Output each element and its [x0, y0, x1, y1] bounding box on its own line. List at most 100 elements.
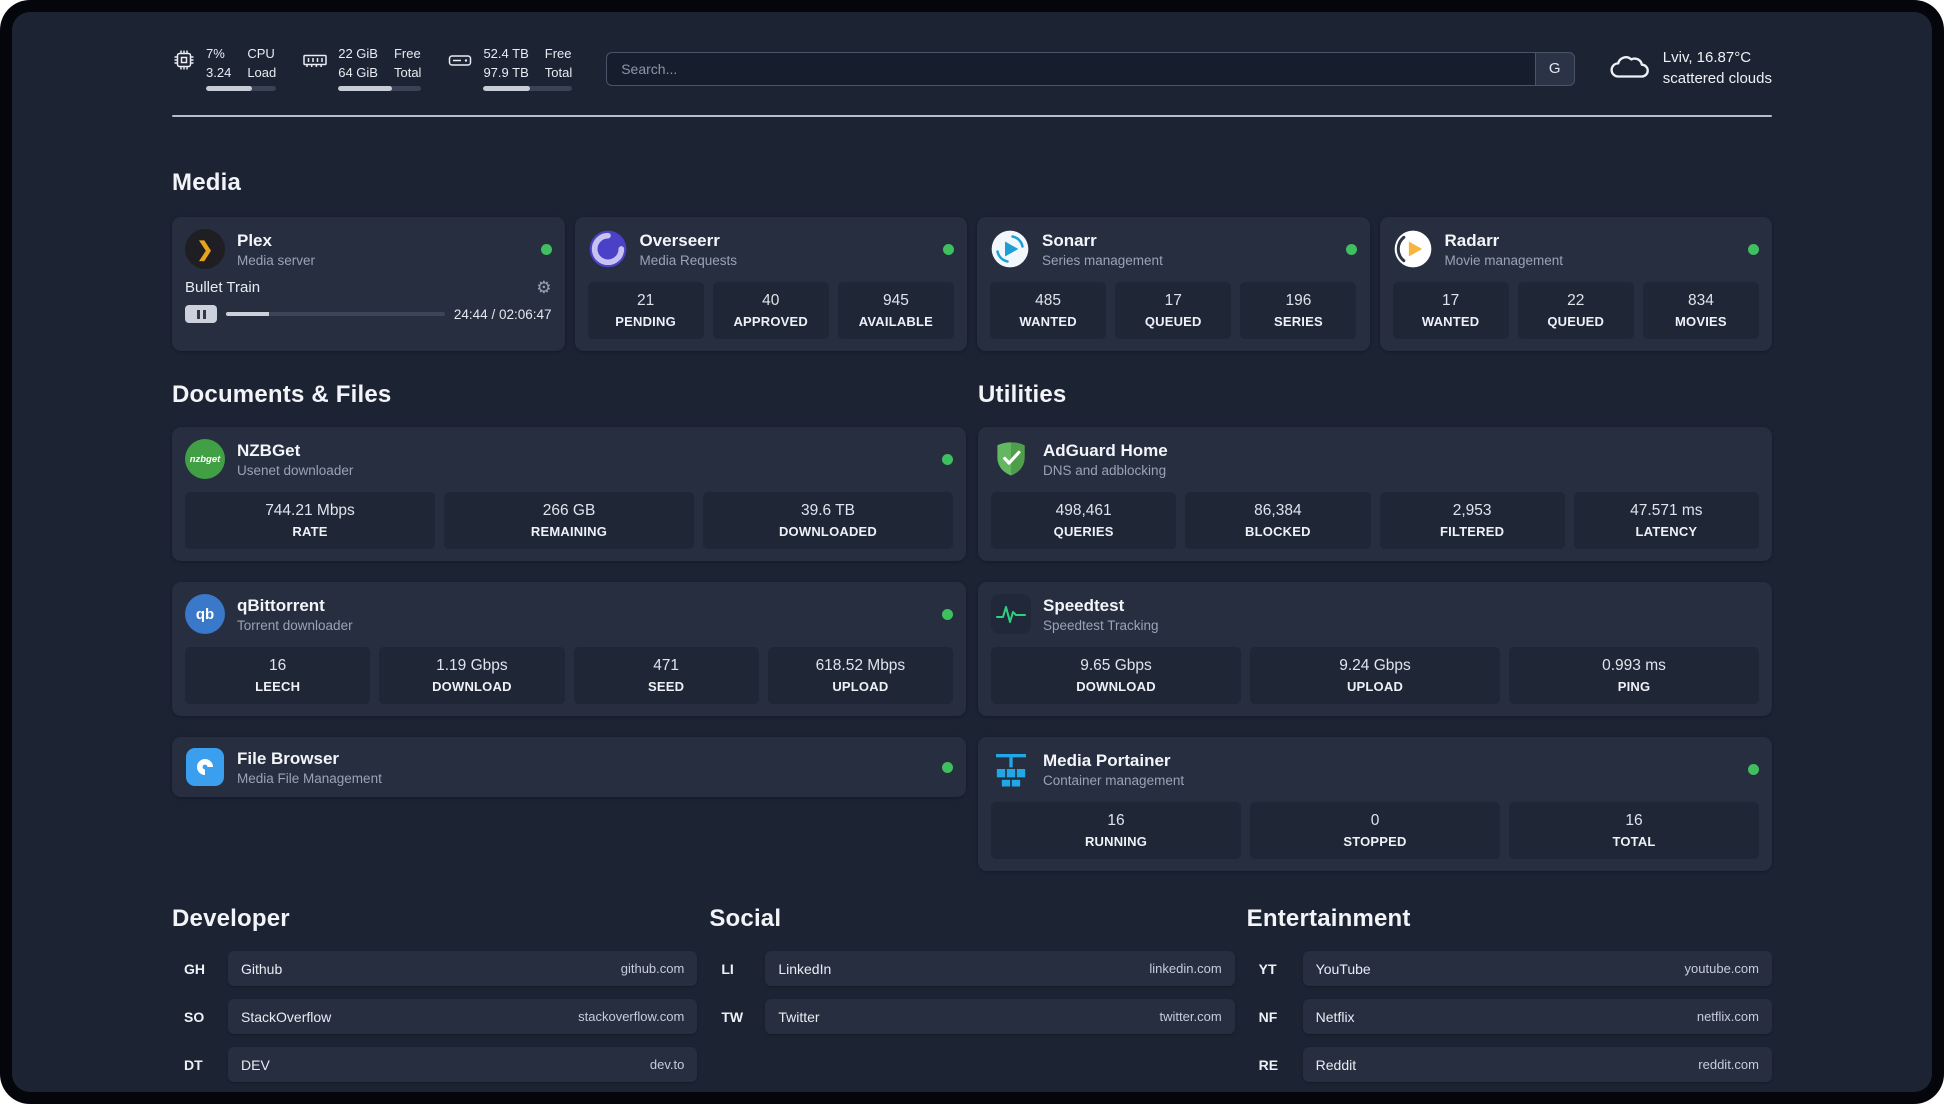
link-domain: youtube.com — [1684, 961, 1759, 977]
section-title-documents: Documents & Files — [172, 381, 392, 409]
netflix-link[interactable]: Netflix netflix.com — [1302, 999, 1772, 1035]
stat-value: 17 — [1441, 292, 1460, 310]
search-engine-button[interactable]: G — [1534, 51, 1575, 86]
dev-link[interactable]: DEV dev.to — [228, 1047, 698, 1083]
stat-tile: 40 APPROVED — [712, 282, 829, 340]
github-icon: GH — [184, 960, 205, 977]
playback-time: 24:44 / 02:06:47 — [453, 306, 552, 322]
qbittorrent-card[interactable]: qb qBittorrent Torrent downloader 16 LEEC… — [172, 582, 966, 717]
overseerr-card[interactable]: Overseerr Media Requests 21 PENDING 40 APP… — [574, 217, 967, 352]
github-link[interactable]: Github github.com — [228, 951, 698, 987]
now-playing-title: Bullet Train — [185, 279, 261, 297]
speedtest-card[interactable]: Speedtest Speedtest Tracking 9.65 Gbps DO… — [978, 582, 1772, 717]
stat-label: RATE — [292, 524, 328, 540]
stat-value: 9.24 Gbps — [1339, 657, 1411, 675]
app-title: Plex — [237, 230, 272, 250]
stat-tile: 266 GB REMAINING — [444, 492, 694, 550]
nzbget-card[interactable]: nzbget NZBGet Usenet downloader 744.21 M… — [172, 427, 966, 562]
section-title-entertainment: Entertainment — [1246, 905, 1411, 933]
stat-value: 485 — [1035, 292, 1062, 310]
search-input[interactable] — [606, 51, 1535, 86]
link-domain: stackoverflow.com — [578, 1009, 685, 1025]
app-subtitle: Media File Management — [237, 770, 382, 786]
app-title: qBittorrent — [237, 595, 325, 615]
filebrowser-card[interactable]: File Browser Media File Management — [172, 737, 966, 798]
memory-progress-bar — [338, 86, 422, 92]
reddit-icon: RE — [1258, 1056, 1279, 1073]
disk-widget: 52.4 TB 97.9 TB Free Total — [447, 46, 573, 92]
memory-widget: 22 GiB 64 GiB Free Total — [302, 46, 422, 92]
stat-value: 0.993 ms — [1602, 657, 1666, 675]
radarr-icon — [1393, 229, 1433, 269]
youtube-link[interactable]: YouTube youtube.com — [1302, 951, 1772, 987]
gear-icon[interactable]: ⚙ — [536, 279, 551, 296]
cpu-load-label: Load — [247, 64, 277, 80]
stat-value: 86,384 — [1254, 502, 1302, 520]
stat-value: 618.52 Mbps — [815, 657, 906, 675]
pause-button[interactable] — [185, 305, 217, 324]
memory-total-label: Total — [393, 64, 422, 80]
sonarr-card[interactable]: Sonarr Series management 485 WANTED 17 QUE… — [977, 217, 1370, 352]
reddit-link[interactable]: Reddit reddit.com — [1302, 1047, 1772, 1083]
filebrowser-icon — [185, 747, 225, 787]
stat-label: REMAINING — [530, 524, 608, 540]
stat-value: 945 — [882, 292, 909, 310]
link-domain: github.com — [620, 961, 685, 977]
stackoverflow-link[interactable]: StackOverflow stackoverflow.com — [228, 999, 698, 1035]
status-dot — [1345, 243, 1357, 255]
stat-value: 471 — [653, 657, 680, 675]
twitter-link[interactable]: Twitter twitter.com — [765, 999, 1235, 1035]
linkedin-link[interactable]: LinkedIn linkedin.com — [765, 951, 1235, 987]
link-row-github: GH Github github.com — [172, 951, 698, 987]
status-dot — [1748, 763, 1759, 775]
stat-label: RUNNING — [1084, 834, 1148, 850]
stat-label: BLOCKED — [1245, 524, 1311, 540]
seek-bar[interactable] — [226, 312, 445, 317]
stat-tile: 498,461 QUERIES — [991, 492, 1177, 550]
link-domain: reddit.com — [1698, 1057, 1759, 1073]
stat-value: 22 — [1567, 292, 1585, 310]
stat-label: PING — [1617, 679, 1651, 695]
portainer-card[interactable]: Media Portainer Container management 16 R… — [978, 737, 1772, 872]
stat-tile: 485 WANTED — [990, 282, 1107, 340]
adguard-card[interactable]: AdGuard Home DNS and adblocking 498,461 Q… — [978, 427, 1772, 562]
stackoverflow-icon: SO — [184, 1008, 205, 1025]
disk-icon — [447, 48, 473, 79]
stat-label: SERIES — [1273, 314, 1323, 330]
stat-tile: 16 TOTAL — [1509, 802, 1759, 860]
dashboard: 7% 3.24 CPU Load 22 GiB 64 GiB Free Tota… — [12, 12, 1932, 1092]
link-domain: twitter.com — [1159, 1009, 1222, 1025]
memory-free-value: 22 GiB — [338, 46, 378, 61]
stat-value: 16 — [269, 657, 287, 675]
radarr-card[interactable]: Radarr Movie management 17 WANTED 22 QUEUE… — [1379, 217, 1772, 352]
stat-tile: 0.993 ms PING — [1509, 647, 1759, 705]
portainer-icon — [991, 749, 1031, 789]
link-name: YouTube — [1315, 960, 1371, 977]
app-subtitle: Media Requests — [639, 252, 738, 268]
link-name: Github — [241, 960, 283, 977]
speedtest-icon — [991, 594, 1031, 635]
window-frame: 7% 3.24 CPU Load 22 GiB 64 GiB Free Tota… — [0, 0, 1944, 1104]
stat-label: PENDING — [615, 314, 676, 330]
cpu-icon — [172, 48, 196, 77]
app-title: Speedtest — [1043, 595, 1125, 615]
stat-label: AVAILABLE — [858, 314, 934, 330]
disk-total-value: 97.9 TB — [483, 64, 529, 80]
netflix-icon: NF — [1258, 1008, 1278, 1025]
twitter-icon: TW — [721, 1008, 744, 1025]
app-subtitle: Movie management — [1444, 252, 1564, 268]
youtube-icon: YT — [1258, 960, 1277, 977]
stat-tile: 471 SEED — [573, 647, 759, 705]
plex-card[interactable]: ❯ Plex Media server Bullet Train ⚙ 24:44… — [172, 217, 565, 352]
stat-label: DOWNLOADED — [778, 524, 878, 540]
disk-free-label: Free — [544, 46, 572, 61]
app-subtitle: Usenet downloader — [237, 462, 354, 478]
status-dot — [943, 243, 954, 255]
top-bar: 7% 3.24 CPU Load 22 GiB 64 GiB Free Tota… — [172, 12, 1772, 115]
stat-value: 744.21 Mbps — [265, 502, 355, 520]
weather-condition: scattered clouds — [1662, 69, 1772, 87]
stat-tile: 47.571 ms LATENCY — [1573, 492, 1759, 550]
stat-tile: 618.52 Mbps UPLOAD — [767, 647, 953, 705]
stat-value: 16 — [1107, 812, 1125, 830]
status-dot — [942, 608, 953, 620]
